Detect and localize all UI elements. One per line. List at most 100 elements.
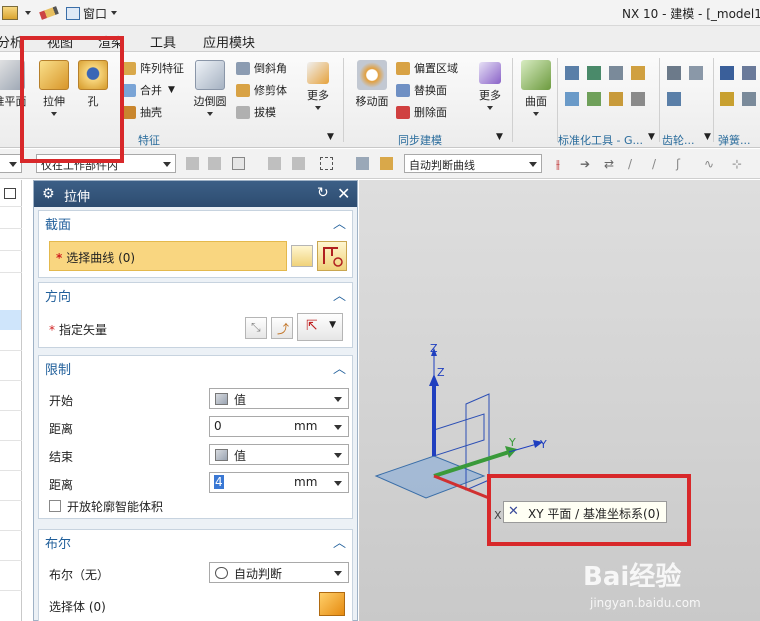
y-axis-label: Y: [509, 436, 516, 449]
cube-icon[interactable]: [356, 157, 369, 170]
graphics-viewport[interactable]: Z Z Y Y X: [359, 180, 760, 621]
limits-group: 限制 ︿ 开始 值 距离 0 mm 结束 值 距离 4 mm 开放轮廓智能体积: [38, 355, 353, 519]
end-distance-field[interactable]: 4 mm: [209, 472, 349, 493]
end-type-select[interactable]: 值: [209, 444, 349, 465]
tool-icon[interactable]: [609, 66, 623, 80]
collapse-icon[interactable]: ︿: [333, 532, 346, 551]
spring-icon[interactable]: [742, 66, 756, 80]
collapse-icon[interactable]: ︿: [333, 285, 346, 304]
group-sync-label: 同步建模: [398, 134, 442, 147]
curve-icon[interactable]: ʃ: [676, 157, 689, 171]
sketch-section-icon[interactable]: [291, 245, 313, 267]
boolean-select[interactable]: 自动判断: [209, 562, 349, 583]
chevron-down-icon[interactable]: [334, 425, 342, 430]
edge-blend-button[interactable]: 边倒圆: [190, 60, 230, 116]
curve-icon[interactable]: ⇄: [604, 157, 617, 171]
collapse-icon[interactable]: ︿: [333, 358, 346, 377]
open-profile-checkbox[interactable]: [49, 500, 61, 512]
tool-icon[interactable]: [631, 92, 645, 106]
spring-icon[interactable]: [720, 66, 734, 80]
select-curve-row[interactable]: * 选择曲线 (0): [49, 241, 287, 271]
chevron-down-icon[interactable]: [315, 106, 321, 110]
spring-icon[interactable]: [742, 92, 756, 106]
tool-icon[interactable]: [587, 92, 601, 106]
tool-icon[interactable]: [587, 66, 601, 80]
rectangle-select-icon[interactable]: [320, 157, 333, 170]
window-icon[interactable]: [4, 188, 16, 199]
line-icon[interactable]: /: [628, 157, 641, 171]
intersect-icon[interactable]: ⫲: [556, 157, 569, 171]
wave-icon[interactable]: ∿: [704, 157, 717, 171]
chamfer-button[interactable]: 倒斜角: [236, 60, 287, 76]
filter-icon[interactable]: [208, 157, 221, 170]
chevron-down-icon[interactable]: ▼: [648, 132, 655, 142]
vector-dialog-icon[interactable]: ⤴: [271, 317, 293, 339]
chevron-down-icon[interactable]: [487, 106, 493, 110]
chevron-down-icon[interactable]: [207, 112, 213, 116]
start-type-select[interactable]: 值: [209, 388, 349, 409]
shell-button[interactable]: 抽壳: [122, 104, 162, 120]
pencil-icon[interactable]: [39, 6, 59, 20]
draft-button[interactable]: 拔模: [236, 104, 276, 120]
close-icon[interactable]: ✕: [337, 184, 350, 203]
chevron-down-icon[interactable]: [25, 11, 31, 15]
filter-icon[interactable]: [186, 157, 199, 170]
tab-tools[interactable]: 工具: [150, 32, 176, 51]
offset-region-button[interactable]: 偏置区域: [396, 60, 458, 76]
menu-combo[interactable]: [0, 154, 22, 173]
chevron-down-icon[interactable]: ▼: [168, 85, 175, 95]
tool-icon[interactable]: [609, 92, 623, 106]
unit-label: mm: [294, 419, 318, 433]
spring-icon[interactable]: [720, 92, 734, 106]
unite-button[interactable]: 合并 ▼: [122, 82, 175, 98]
curve-rule-combo[interactable]: 自动判断曲线: [404, 154, 542, 173]
limits-header[interactable]: 限制 ︿: [39, 356, 352, 378]
select-icon[interactable]: [268, 157, 281, 170]
section-header[interactable]: 截面 ︿: [39, 211, 352, 233]
line-icon[interactable]: /: [652, 157, 665, 171]
start-distance-field[interactable]: 0 mm: [209, 416, 349, 437]
window-switch-icon[interactable]: [2, 6, 18, 20]
select-icon[interactable]: [292, 157, 305, 170]
more-sync-button[interactable]: 更多: [474, 62, 506, 110]
trim-body-button[interactable]: 修剪体: [236, 82, 287, 98]
gear-icon[interactable]: [667, 92, 681, 106]
move-face-button[interactable]: 移动面: [352, 60, 392, 109]
chevron-down-icon[interactable]: [334, 481, 342, 486]
group-feature-label: 特征: [138, 134, 160, 147]
list-item[interactable]: [0, 310, 21, 330]
boolean-header[interactable]: 布尔 ︿: [39, 530, 352, 552]
tool-icon[interactable]: [565, 66, 579, 80]
select-body-icon[interactable]: [319, 592, 345, 616]
chevron-down-icon[interactable]: ▼: [327, 132, 334, 142]
tangent-icon[interactable]: ⊹: [732, 157, 745, 171]
chevron-down-icon[interactable]: [111, 11, 118, 15]
snap-point-icon[interactable]: [232, 157, 245, 170]
arrow-icon[interactable]: ➔: [580, 157, 593, 171]
gear-icon[interactable]: [689, 66, 703, 80]
collapse-icon[interactable]: ︿: [333, 213, 346, 232]
vector-type-dropdown[interactable]: ⇱ ▼: [297, 313, 343, 341]
window-menu[interactable]: 窗口: [83, 5, 107, 22]
tool-icon[interactable]: [565, 92, 579, 106]
delete-face-button[interactable]: 删除面: [396, 104, 447, 120]
gear-icon[interactable]: ⚙: [42, 186, 55, 202]
reverse-direction-icon[interactable]: ⤡: [245, 317, 267, 339]
gear-icon[interactable]: [667, 66, 681, 80]
replace-face-button[interactable]: 替换面: [396, 82, 447, 98]
reset-icon[interactable]: ↻: [317, 185, 329, 201]
replace-face-icon: [396, 83, 410, 97]
tool-icon[interactable]: [631, 66, 645, 80]
more-feature-button[interactable]: 更多: [302, 62, 334, 110]
chevron-down-icon[interactable]: ▼: [704, 132, 711, 142]
chevron-down-icon[interactable]: [533, 112, 539, 116]
curve-icon[interactable]: [317, 241, 347, 271]
chevron-down-icon[interactable]: ▼: [496, 132, 503, 142]
unit-label: mm: [294, 475, 318, 489]
surface-button[interactable]: 曲面: [518, 60, 554, 116]
cube-icon[interactable]: [380, 157, 393, 170]
pattern-feature-button[interactable]: 阵列特征: [122, 60, 184, 76]
required-star: *: [49, 323, 55, 337]
direction-header[interactable]: 方向 ︿: [39, 283, 352, 305]
tab-application[interactable]: 应用模块: [203, 32, 255, 51]
